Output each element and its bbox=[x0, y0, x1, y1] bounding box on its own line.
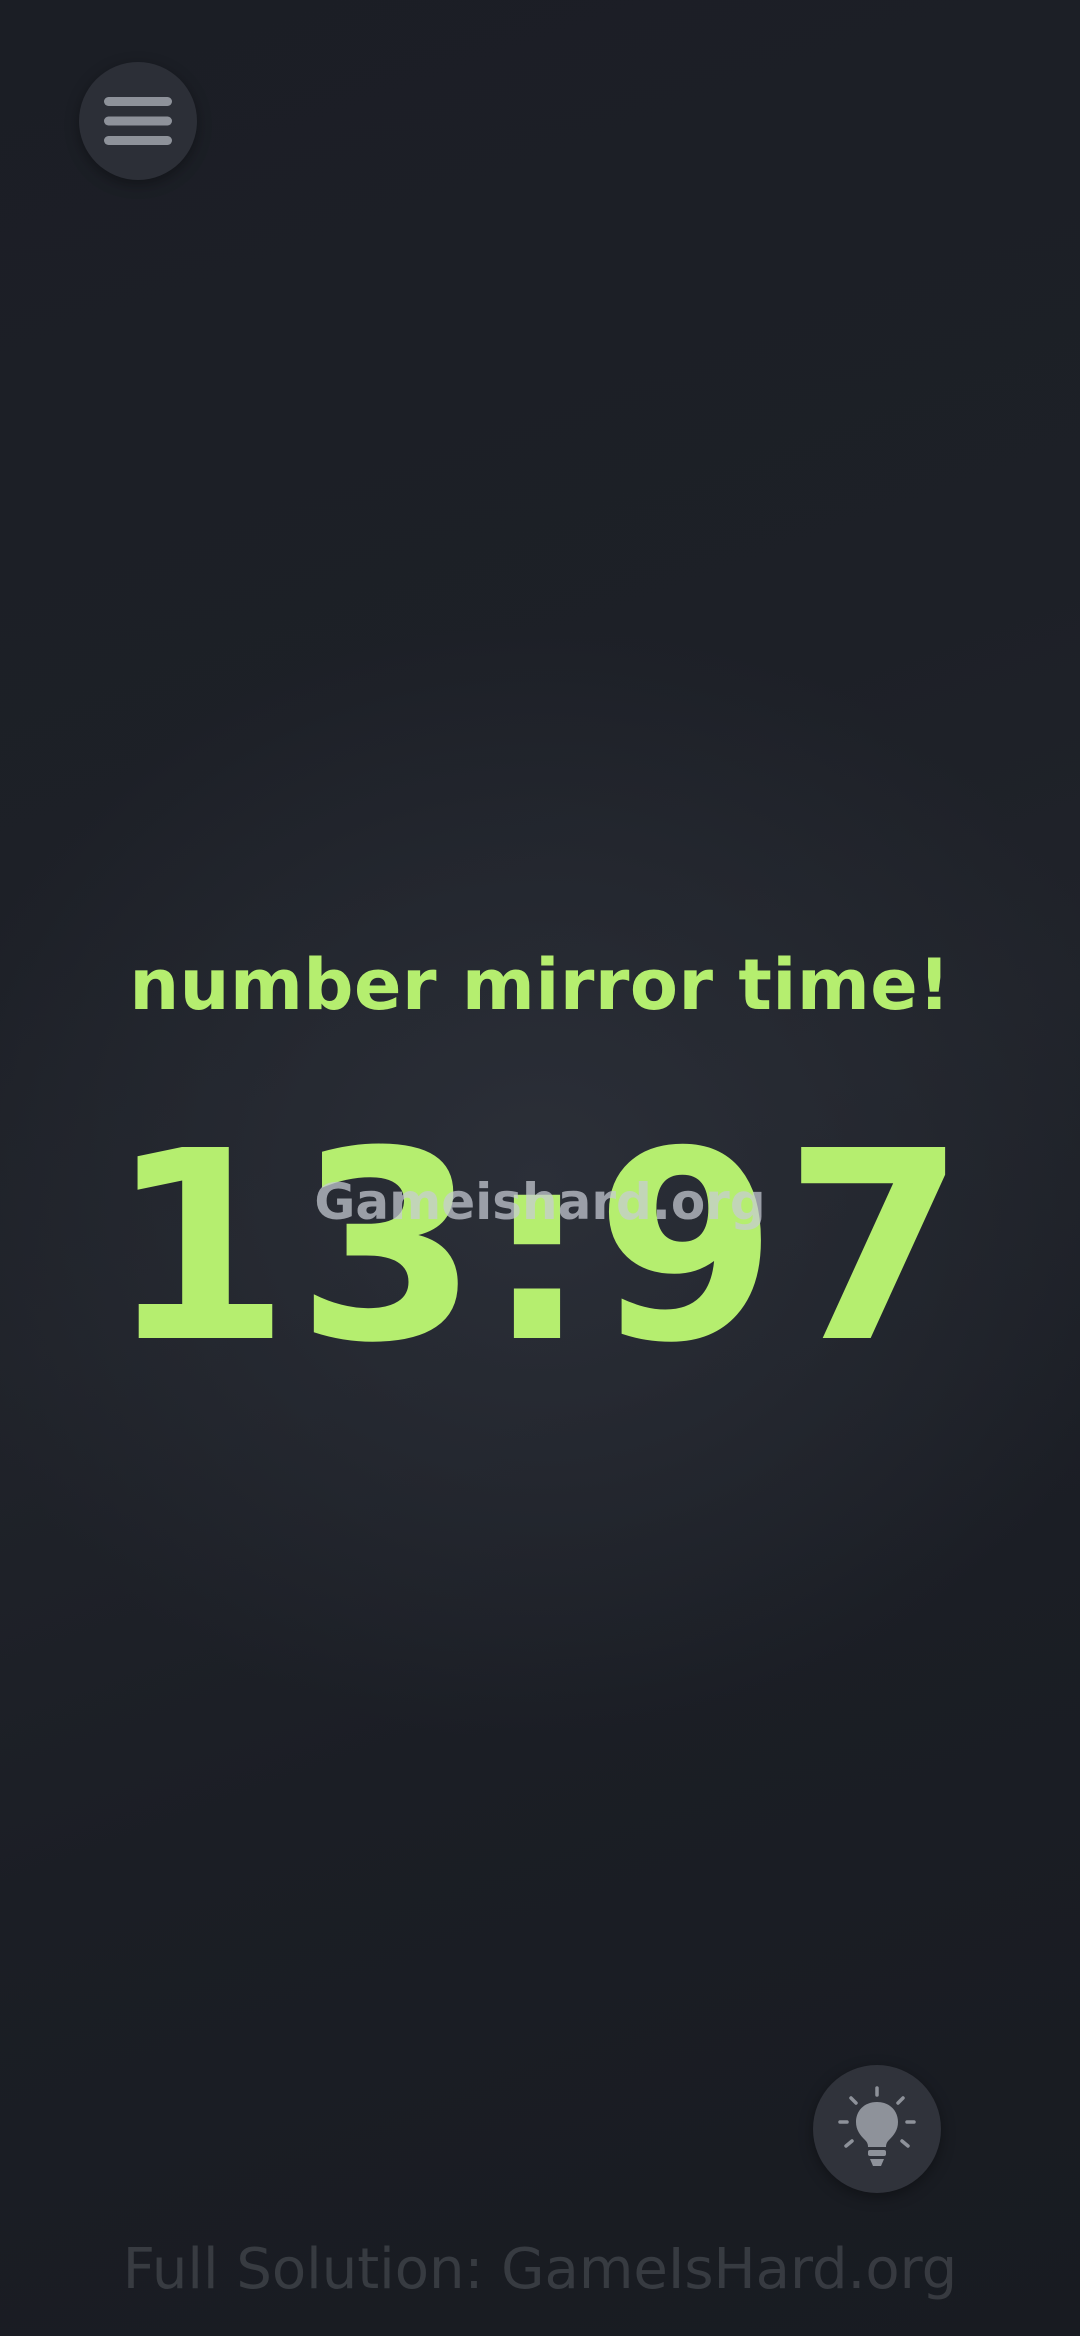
footer-credit: Full Solution: GameIsHard.org bbox=[122, 2237, 958, 2302]
watermark-overlay: Gameishard.org bbox=[314, 1173, 766, 1231]
menu-button[interactable] bbox=[79, 62, 197, 180]
puzzle-headline: number mirror time! bbox=[129, 944, 951, 1026]
game-screen: number mirror time! 13:97 Gameishard.org… bbox=[0, 0, 1080, 2336]
clock-display[interactable]: 13:97 bbox=[0, 1117, 1080, 1379]
lightbulb-icon bbox=[838, 2086, 916, 2166]
hint-button[interactable] bbox=[813, 2065, 941, 2193]
hamburger-menu-icon bbox=[104, 97, 172, 145]
